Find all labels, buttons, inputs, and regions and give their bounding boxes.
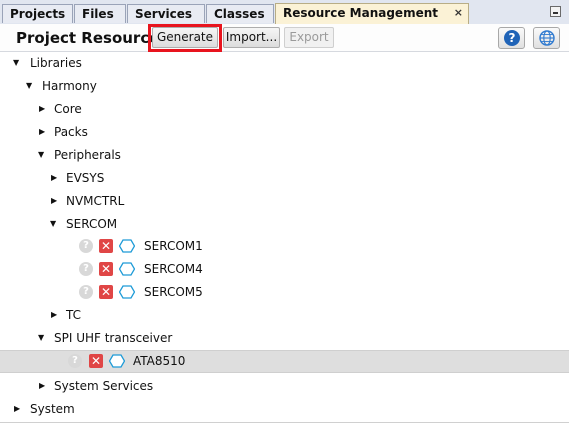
- node-label: Libraries: [30, 56, 82, 70]
- collapsed-caret-icon[interactable]: ▶: [51, 190, 61, 212]
- remove-icon[interactable]: ✕: [99, 239, 113, 253]
- node-label: TC: [66, 308, 82, 322]
- help-icon: ?: [504, 30, 520, 46]
- question-icon: ?: [79, 285, 93, 299]
- expanded-caret-icon[interactable]: ▼: [26, 75, 36, 97]
- tab-services[interactable]: Services: [127, 4, 205, 23]
- toolbar: Project Resources Generate Import... Exp…: [0, 24, 569, 52]
- minimize-window-button[interactable]: [550, 6, 561, 17]
- component-hex-icon: [119, 239, 135, 253]
- import-button[interactable]: Import...: [223, 27, 280, 48]
- expanded-caret-icon[interactable]: ▼: [13, 52, 23, 74]
- panel-title: Project Resources: [16, 29, 169, 47]
- node-label: System Services: [54, 379, 154, 393]
- tree-node-sercom[interactable]: ▼ SERCOM: [0, 213, 569, 235]
- tree-node-libraries[interactable]: ▼ Libraries: [0, 52, 569, 74]
- tree-node-system[interactable]: ▶ System: [0, 398, 569, 420]
- collapsed-caret-icon[interactable]: ▶: [14, 398, 24, 420]
- collapsed-caret-icon[interactable]: ▶: [51, 167, 61, 189]
- globe-icon: [539, 30, 555, 46]
- resource-tree: ▼ Libraries ▼ Harmony ▶ Core ▶ Packs ▼ P…: [0, 52, 569, 422]
- component-hex-icon: [119, 285, 135, 299]
- node-label: NVMCTRL: [66, 194, 125, 208]
- collapsed-caret-icon[interactable]: ▶: [39, 98, 49, 120]
- close-tab-icon[interactable]: ×: [454, 4, 463, 22]
- tree-node-packs[interactable]: ▶ Packs: [0, 121, 569, 143]
- tree-node-system-services[interactable]: ▶ System Services: [0, 375, 569, 397]
- remove-icon[interactable]: ✕: [99, 262, 113, 276]
- tree-node-core[interactable]: ▶ Core: [0, 98, 569, 120]
- panel-bottom-border: [0, 422, 569, 423]
- question-icon: ?: [68, 354, 82, 368]
- tab-label: Services: [135, 7, 193, 21]
- tab-label: Projects: [10, 7, 66, 21]
- globe-button[interactable]: [533, 27, 560, 49]
- node-label: Peripherals: [54, 148, 121, 162]
- node-label: SERCOM5: [144, 285, 203, 299]
- collapsed-caret-icon[interactable]: ▶: [51, 304, 61, 326]
- tab-projects[interactable]: Projects: [2, 4, 73, 23]
- tab-label: Files: [82, 7, 114, 21]
- component-hex-icon: [119, 262, 135, 276]
- tree-node-nvmctrl[interactable]: ▶ NVMCTRL: [0, 190, 569, 212]
- tree-node-spi-uhf-transceiver[interactable]: ▼ SPI UHF transceiver: [0, 327, 569, 349]
- component-hex-icon: [109, 354, 125, 368]
- expanded-caret-icon[interactable]: ▼: [38, 327, 48, 349]
- remove-icon[interactable]: ✕: [89, 354, 103, 368]
- help-button[interactable]: ?: [498, 27, 525, 49]
- node-label: SERCOM4: [144, 262, 203, 276]
- collapsed-caret-icon[interactable]: ▶: [39, 375, 49, 397]
- node-label: System: [30, 402, 75, 416]
- node-label: Harmony: [42, 79, 97, 93]
- tree-node-peripherals[interactable]: ▼ Peripherals: [0, 144, 569, 166]
- tab-strip: Projects Files Services Classes Resource…: [0, 0, 569, 38]
- node-label: SERCOM1: [144, 239, 203, 253]
- node-label: SERCOM: [66, 217, 118, 231]
- node-label: Packs: [54, 125, 88, 139]
- tree-node-sercom4[interactable]: ? ✕ SERCOM4: [0, 258, 569, 280]
- node-label: ATA8510: [133, 354, 186, 368]
- remove-icon[interactable]: ✕: [99, 285, 113, 299]
- tree-node-tc[interactable]: ▶ TC: [0, 304, 569, 326]
- question-icon: ?: [79, 239, 93, 253]
- tree-node-harmony[interactable]: ▼ Harmony: [0, 75, 569, 97]
- tree-node-evsys[interactable]: ▶ EVSYS: [0, 167, 569, 189]
- node-label: Core: [54, 102, 82, 116]
- tree-node-sercom5[interactable]: ? ✕ SERCOM5: [0, 281, 569, 303]
- node-label: SPI UHF transceiver: [54, 331, 173, 345]
- expanded-caret-icon[interactable]: ▼: [38, 144, 48, 166]
- tree-node-ata8510[interactable]: ? ✕ ATA8510: [0, 350, 569, 373]
- tab-resource-management[interactable]: Resource Management [MCC] ×: [275, 3, 469, 38]
- node-label: EVSYS: [66, 171, 105, 185]
- tab-files[interactable]: Files: [74, 4, 126, 23]
- collapsed-caret-icon[interactable]: ▶: [39, 121, 49, 143]
- tab-classes[interactable]: Classes: [206, 4, 274, 23]
- tab-label: Classes: [214, 7, 265, 21]
- expanded-caret-icon[interactable]: ▼: [50, 213, 60, 235]
- question-icon: ?: [79, 262, 93, 276]
- tree-node-sercom1[interactable]: ? ✕ SERCOM1: [0, 235, 569, 257]
- generate-highlight-box: [148, 24, 222, 52]
- export-button[interactable]: Export: [284, 27, 334, 48]
